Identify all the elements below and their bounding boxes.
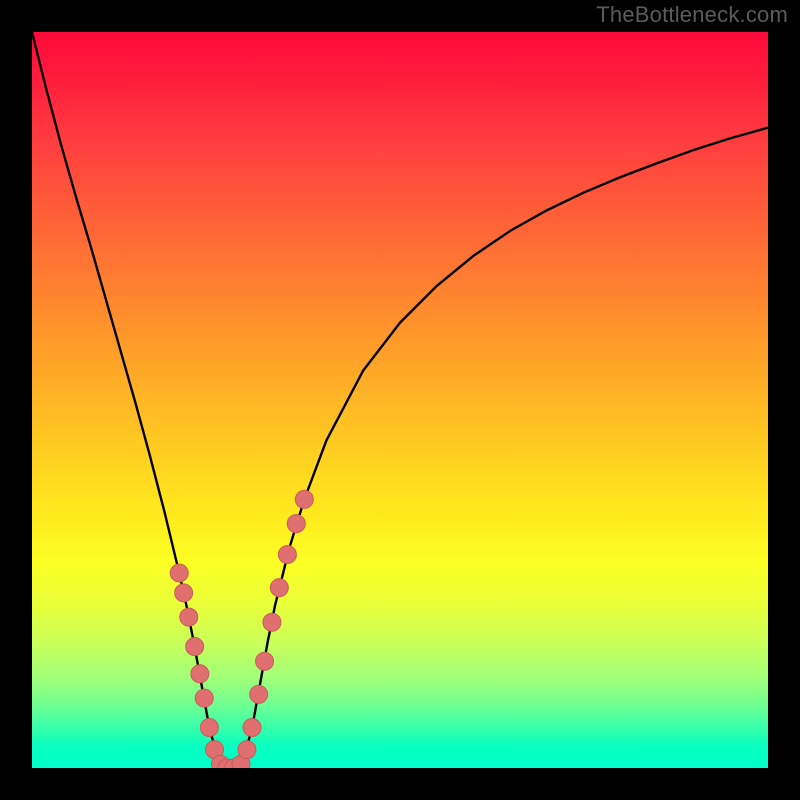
data-marker bbox=[238, 741, 256, 759]
data-marker bbox=[243, 719, 261, 737]
plot-area bbox=[32, 32, 768, 768]
chart-frame: TheBottleneck.com bbox=[0, 0, 800, 800]
data-marker bbox=[270, 579, 288, 597]
data-marker bbox=[200, 719, 218, 737]
data-marker bbox=[195, 689, 213, 707]
curve-layer bbox=[32, 32, 768, 768]
data-marker bbox=[170, 564, 188, 582]
data-marker bbox=[278, 546, 296, 564]
bottleneck-curve bbox=[32, 32, 768, 768]
data-marker bbox=[295, 490, 313, 508]
data-marker bbox=[186, 638, 204, 656]
data-marker bbox=[263, 613, 281, 631]
watermark-text: TheBottleneck.com bbox=[596, 2, 788, 28]
data-marker bbox=[175, 584, 193, 602]
data-marker bbox=[191, 665, 209, 683]
data-marker bbox=[180, 608, 198, 626]
data-marker bbox=[256, 652, 274, 670]
data-marker bbox=[287, 515, 305, 533]
data-marker bbox=[250, 685, 268, 703]
